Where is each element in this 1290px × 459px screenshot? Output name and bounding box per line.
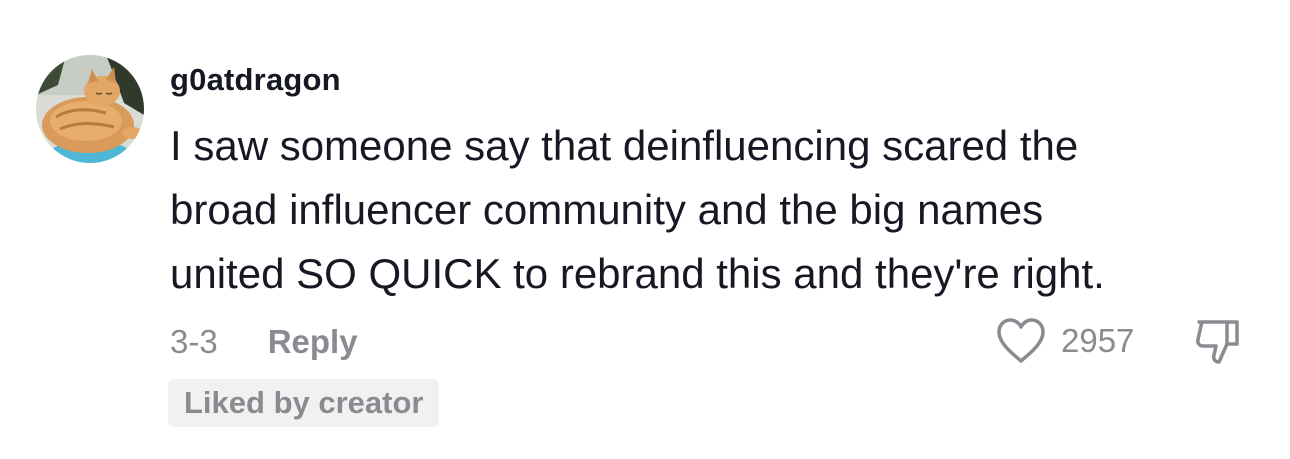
- like-count: 2957: [1061, 322, 1135, 359]
- comment-text-line: broad influencer community and the big n…: [170, 186, 1044, 233]
- thumbs-down-icon: [1196, 320, 1239, 364]
- comment-date: 3-3: [170, 323, 218, 360]
- comment-text-line: united SO QUICK to rebrand this and they…: [170, 250, 1105, 297]
- cat-avatar-image: [36, 55, 144, 163]
- reply-button[interactable]: Reply: [268, 323, 358, 361]
- dislike-button[interactable]: [1193, 318, 1243, 371]
- comment-meta: 3-3 Reply: [170, 322, 358, 362]
- comment-item: g0atdragon I saw someone say that deinfl…: [0, 0, 1290, 459]
- heart-outline-icon: [997, 318, 1045, 363]
- avatar[interactable]: [36, 55, 144, 163]
- liked-by-creator-badge: Liked by creator: [168, 379, 440, 427]
- like-button[interactable]: 2957: [995, 316, 1134, 366]
- comment-text-line: I saw someone say that deinfluencing sca…: [170, 122, 1079, 169]
- comment-text: I saw someone say that deinfluencing sca…: [170, 114, 1250, 306]
- comment-username[interactable]: g0atdragon: [170, 62, 341, 98]
